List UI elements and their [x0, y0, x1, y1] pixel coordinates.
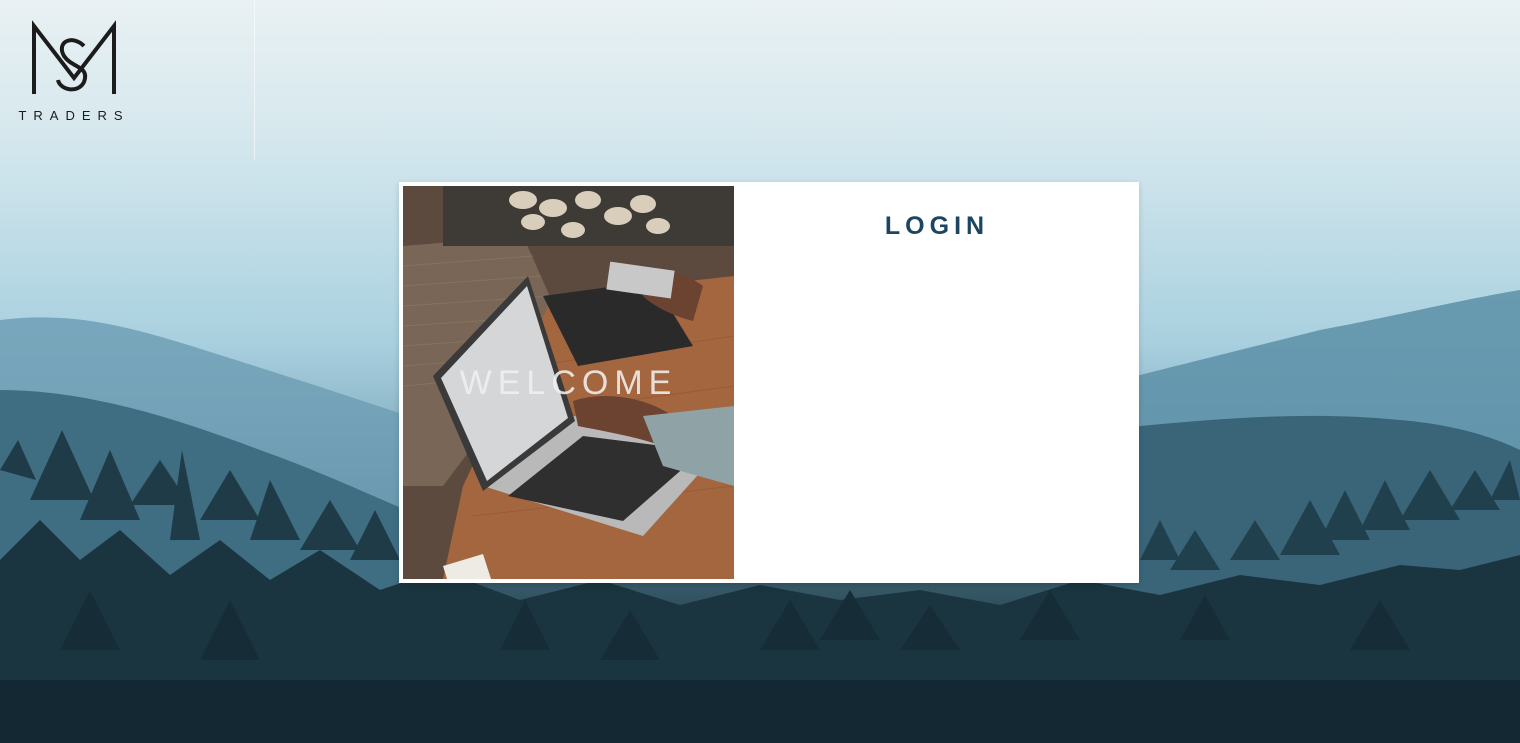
header-divider [254, 0, 255, 160]
login-page: TRADERS WELCOME LOGIN [0, 0, 1520, 743]
welcome-heading: WELCOME [459, 364, 678, 402]
brand-logo[interactable]: TRADERS [12, 18, 136, 128]
login-panel: LOGIN [735, 182, 1139, 583]
welcome-photo: WELCOME [403, 186, 734, 579]
ms-monogram-icon [32, 20, 116, 94]
login-card: WELCOME LOGIN [399, 182, 1139, 583]
login-title: LOGIN [884, 212, 990, 240]
logo-text: TRADERS [18, 108, 130, 123]
